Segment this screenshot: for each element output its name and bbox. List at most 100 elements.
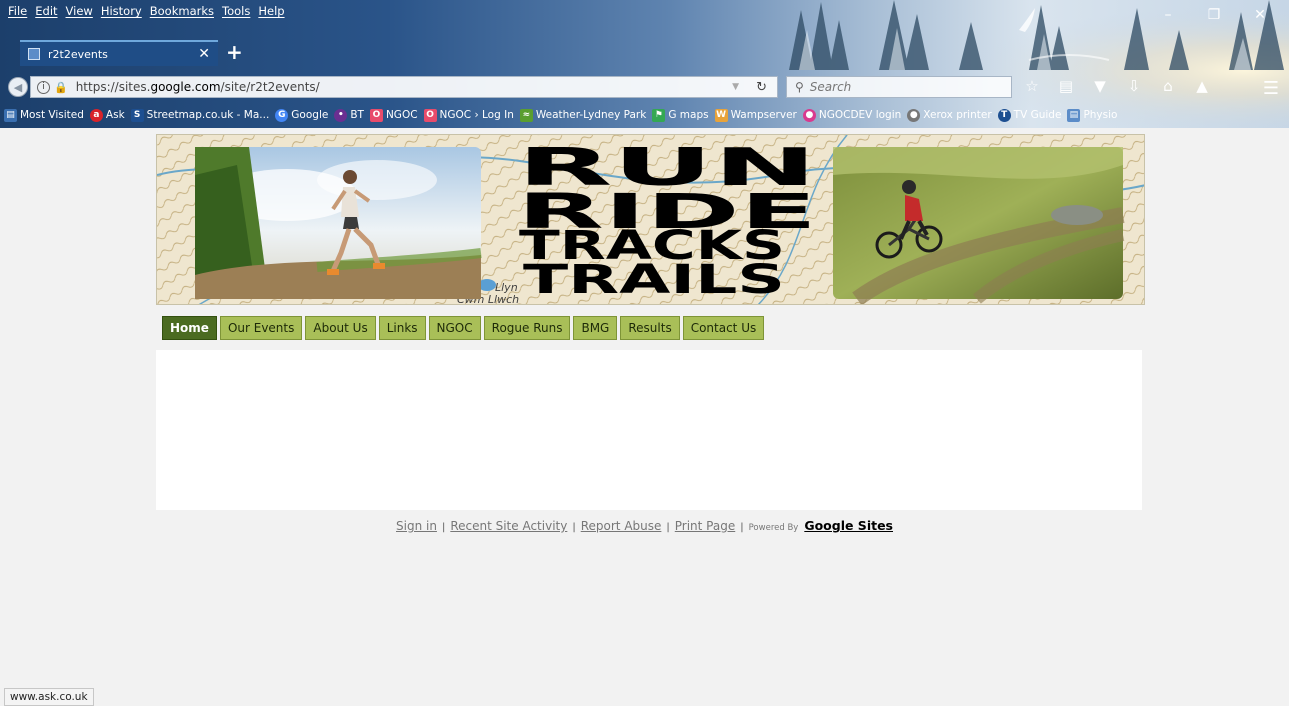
nav-ngoc[interactable]: NGOC (428, 316, 481, 340)
url-domain: google.com (150, 80, 221, 94)
bookmark-label: NGOC (385, 109, 418, 121)
tab-active[interactable]: r2t2events ✕ (20, 40, 218, 66)
reading-list-icon[interactable]: ▤ (1056, 76, 1076, 96)
bookmark-wampserver[interactable]: W Wampserver (714, 108, 797, 122)
most-visited-icon: ▤ (4, 108, 17, 122)
menu-file[interactable]: File (4, 0, 31, 22)
menu-history[interactable]: History (97, 0, 146, 22)
xerox-icon: ● (907, 108, 921, 122)
navigation-toolbar: ◀ i 🔒 https://sites.google.com/site/r2t2… (0, 68, 1289, 104)
bookmark-label: BT (350, 109, 364, 121)
downloads-icon[interactable]: ⇩ (1124, 76, 1144, 96)
sync-icon[interactable]: ▲ (1192, 76, 1212, 96)
gmaps-icon: ⚑ (652, 108, 666, 122)
bookmark-physio[interactable]: ▤ Physio (1067, 108, 1118, 122)
bt-icon: • (334, 108, 348, 122)
menu-edit[interactable]: Edit (31, 0, 61, 22)
main-content-area (156, 350, 1142, 510)
wampserver-icon: W (714, 108, 728, 122)
close-window-icon[interactable]: ✕ (1237, 2, 1283, 28)
site-nav: Home Our Events About Us Links NGOC Rogu… (162, 316, 765, 340)
ngoc-icon: O (369, 108, 383, 122)
powered-by-label: Powered By (748, 523, 799, 533)
page-content: Cwm Llwch Llyn RUN RIDE TRACKS TRAILS Ho… (0, 128, 1289, 706)
tab-title: r2t2events (48, 47, 108, 61)
bookmark-label: Streetmap.co.uk - Ma... (146, 109, 270, 121)
site-footer: Sign in | Recent Site Activity | Report Abus… (0, 518, 1289, 533)
bookmark-label: Xerox printer (923, 109, 992, 121)
report-abuse-link[interactable]: Report Abuse (581, 519, 662, 533)
bookmark-ngoc-login[interactable]: O NGOC › Log In (423, 108, 514, 122)
nav-home[interactable]: Home (162, 316, 217, 340)
menu-hamburger-icon[interactable]: ☰ (1263, 78, 1279, 99)
ngoc-icon: O (423, 108, 437, 122)
bookmark-tvguide[interactable]: T TV Guide (997, 108, 1062, 122)
google-icon: G (275, 108, 289, 122)
bookmark-label: TV Guide (1013, 109, 1062, 121)
bookmark-ngocdev[interactable]: ● NGOCDEV login (802, 108, 901, 122)
menu-tools[interactable]: Tools (218, 0, 254, 22)
bookmark-streetmap[interactable]: S Streetmap.co.uk - Ma... (130, 108, 270, 122)
cyclist-photo (833, 147, 1125, 304)
bookmark-label: G maps (668, 109, 709, 121)
minimize-icon[interactable]: – (1145, 2, 1191, 28)
url-path: /site/r2t2events/ (220, 80, 320, 94)
recent-site-activity-link[interactable]: Recent Site Activity (450, 519, 567, 533)
info-icon[interactable]: i (37, 80, 50, 94)
bookmark-label: Most Visited (20, 109, 84, 121)
new-tab-icon[interactable]: + (226, 42, 243, 62)
runner-photo (195, 147, 482, 299)
google-sites-link[interactable]: Google Sites (804, 518, 893, 533)
streetmap-icon: S (130, 108, 144, 122)
url-prefix: https://sites. (75, 80, 151, 94)
window-controls: – ❐ ✕ (1145, 2, 1283, 28)
bookmark-google[interactable]: G Google (275, 108, 329, 122)
bookmark-ask[interactable]: a Ask (89, 108, 125, 122)
banner-word-trails: TRAILS (523, 257, 785, 303)
pocket-icon[interactable]: ▼ (1090, 76, 1110, 96)
maximize-icon[interactable]: ❐ (1191, 2, 1237, 28)
bookmark-xerox[interactable]: ● Xerox printer (907, 108, 992, 122)
nav-bmg[interactable]: BMG (573, 316, 618, 340)
bookmark-most-visited[interactable]: ▤ Most Visited (4, 108, 84, 122)
bookmark-bt[interactable]: • BT (334, 108, 364, 122)
menu-view[interactable]: View (62, 0, 97, 22)
bookmark-weather[interactable]: ≈ Weather-Lydney Park (519, 108, 646, 122)
bookmark-label: Ask (105, 109, 125, 121)
nav-links[interactable]: Links (378, 316, 426, 340)
physio-icon: ▤ (1067, 108, 1081, 122)
sign-in-link[interactable]: Sign in (396, 519, 437, 533)
banner-title: RUN RIDE TRACKS TRAILS (517, 138, 817, 303)
status-bar: www.ask.co.uk (4, 688, 94, 706)
search-placeholder: Search (809, 80, 852, 94)
url-bar[interactable]: i 🔒 https://sites.google.com/site/r2t2ev… (30, 76, 778, 98)
site-banner: Cwm Llwch Llyn RUN RIDE TRACKS TRAILS (156, 134, 1145, 305)
search-input[interactable]: ⚲ Search (786, 76, 1012, 98)
search-icon: ⚲ (795, 80, 804, 94)
bookmark-star-icon[interactable]: ☆ (1022, 76, 1042, 96)
reload-icon[interactable]: ↻ (756, 80, 767, 95)
nav-results[interactable]: Results (620, 316, 680, 340)
bookmark-ngoc[interactable]: O NGOC (369, 108, 418, 122)
bookmark-label: Google (291, 109, 329, 121)
bookmarks-toolbar: ▤ Most Visited a Ask S Streetmap.co.uk - Ma… (0, 104, 1289, 126)
ngocdev-icon: ● (802, 108, 816, 122)
close-tab-icon[interactable]: ✕ (198, 46, 210, 62)
nav-contact-us[interactable]: Contact Us (682, 316, 765, 340)
tab-favicon-icon (28, 48, 40, 60)
footer-separator: | (666, 522, 670, 533)
home-icon[interactable]: ⌂ (1158, 76, 1178, 96)
url-dropdown-icon[interactable]: ▼ (732, 82, 739, 92)
bookmark-gmaps[interactable]: ⚑ G maps (652, 108, 709, 122)
banner-image: Cwm Llwch Llyn RUN RIDE TRACKS TRAILS (157, 135, 1144, 304)
nav-our-events[interactable]: Our Events (219, 316, 303, 340)
nav-about-us[interactable]: About Us (305, 316, 376, 340)
bookmark-label: Physio (1083, 109, 1118, 121)
print-page-link[interactable]: Print Page (675, 519, 735, 533)
tvguide-icon: T (997, 108, 1011, 122)
nav-rogue-runs[interactable]: Rogue Runs (483, 316, 571, 340)
menu-bookmarks[interactable]: Bookmarks (146, 0, 218, 22)
back-icon[interactable]: ◀ (8, 77, 28, 97)
menu-help[interactable]: Help (254, 0, 288, 22)
footer-separator: | (572, 522, 576, 533)
